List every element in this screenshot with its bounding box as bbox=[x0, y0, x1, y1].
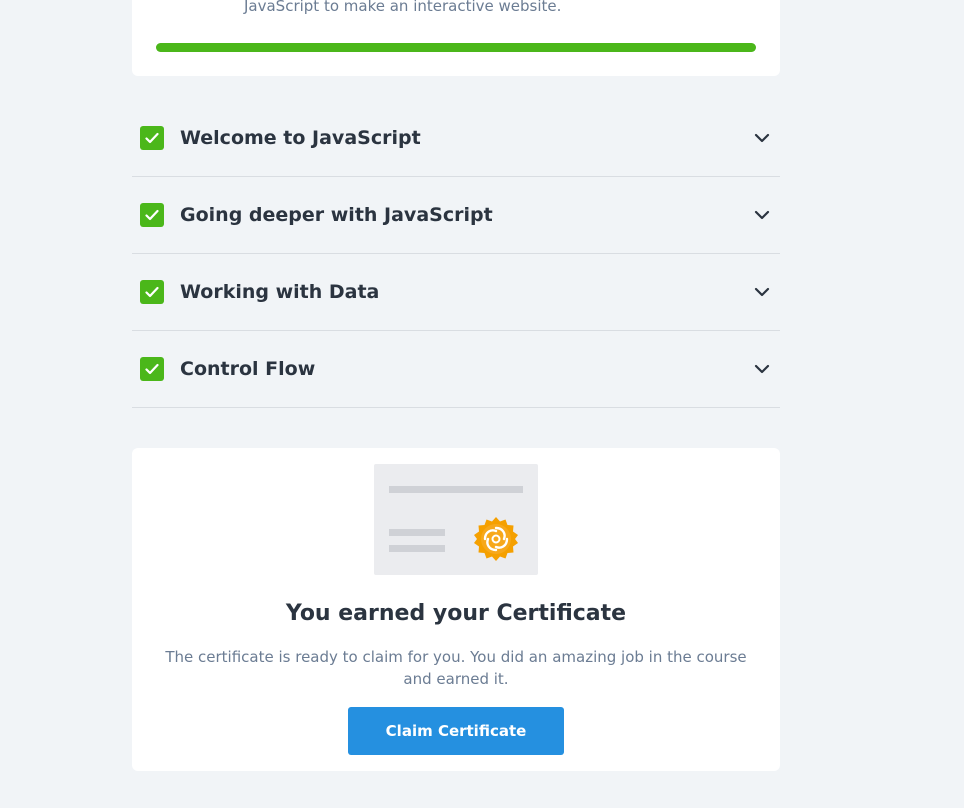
course-progress-card: JavaScript to make an interactive websit… bbox=[132, 0, 780, 76]
seal-icon bbox=[474, 517, 518, 561]
check-icon bbox=[140, 126, 164, 150]
check-icon bbox=[140, 357, 164, 381]
course-progress-bar bbox=[156, 43, 756, 52]
chevron-down-icon[interactable] bbox=[754, 130, 770, 146]
check-icon bbox=[140, 203, 164, 227]
certificate-line bbox=[389, 486, 523, 493]
certificate-illustration bbox=[374, 464, 538, 575]
section-going-deeper-with-javascript[interactable]: Going deeper with JavaScript bbox=[132, 177, 780, 254]
course-sections-list: Welcome to JavaScript Going deeper with … bbox=[132, 100, 780, 408]
course-progress-fill bbox=[156, 43, 756, 52]
section-title: Welcome to JavaScript bbox=[180, 127, 421, 149]
section-welcome-to-javascript[interactable]: Welcome to JavaScript bbox=[132, 100, 780, 177]
section-title: Control Flow bbox=[180, 358, 316, 380]
certificate-line bbox=[389, 529, 445, 536]
section-working-with-data[interactable]: Working with Data bbox=[132, 254, 780, 331]
certificate-heading: You earned your Certificate bbox=[285, 601, 627, 626]
certificate-line bbox=[389, 545, 445, 552]
section-title: Going deeper with JavaScript bbox=[180, 204, 493, 226]
section-control-flow[interactable]: Control Flow bbox=[132, 331, 780, 408]
certificate-description: The certificate is ready to claim for yo… bbox=[165, 648, 747, 688]
check-icon bbox=[140, 280, 164, 304]
chevron-down-icon[interactable] bbox=[754, 284, 770, 300]
course-description: JavaScript to make an interactive websit… bbox=[244, 0, 562, 15]
chevron-down-icon[interactable] bbox=[754, 207, 770, 223]
section-title: Working with Data bbox=[180, 281, 380, 303]
course-page: JavaScript to make an interactive websit… bbox=[0, 0, 966, 810]
certificate-card: You earned your Certificate The certific… bbox=[132, 448, 780, 771]
chevron-down-icon[interactable] bbox=[754, 361, 770, 377]
claim-certificate-button[interactable]: Claim Certificate bbox=[348, 707, 564, 755]
